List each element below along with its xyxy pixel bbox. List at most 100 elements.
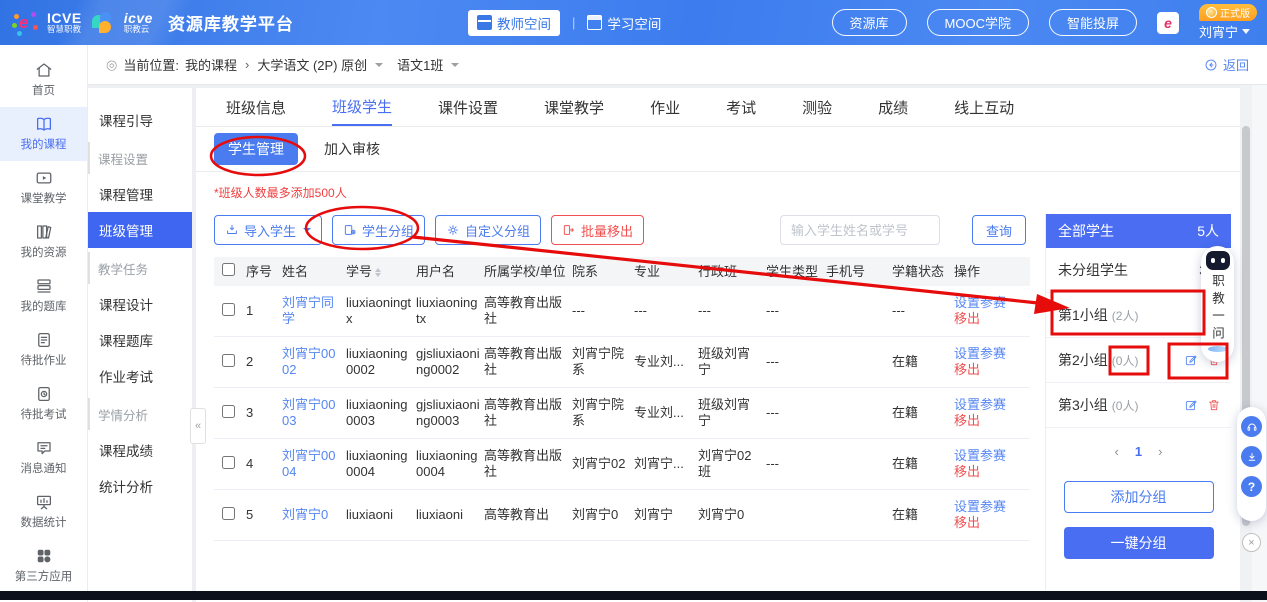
row-checkbox[interactable]	[222, 303, 235, 316]
group-row-3[interactable]: 第3小组 (0人)	[1046, 383, 1231, 428]
cell-phone	[826, 490, 892, 541]
row-checkbox[interactable]	[222, 507, 235, 520]
join-audit-subtab[interactable]: 加入审核	[324, 139, 380, 159]
cell-phone	[826, 337, 892, 388]
student-grouping-button[interactable]: 学生分组	[332, 215, 425, 245]
smart-cast-button[interactable]: 智能投屏	[1049, 9, 1137, 36]
set-contest-link[interactable]: 设置参赛	[954, 295, 1026, 311]
one-click-group-button[interactable]: 一键分组	[1064, 527, 1214, 559]
breadcrumb-course-select[interactable]: 大学语文 (2P) 原创	[257, 55, 367, 74]
help-button[interactable]: ?	[1241, 476, 1262, 497]
next-page-button[interactable]: ›	[1158, 444, 1162, 459]
set-contest-link[interactable]: 设置参赛	[954, 346, 1026, 362]
student-search-input[interactable]	[780, 215, 940, 245]
edit-icon[interactable]	[1184, 353, 1198, 367]
tab-class-info[interactable]: 班级信息	[226, 88, 286, 126]
breadcrumb-class-select[interactable]: 语文1班	[397, 55, 443, 74]
tab-courseware-settings[interactable]: 课件设置	[438, 88, 498, 126]
submenu-item-course-management[interactable]: 课程管理	[88, 176, 192, 212]
student-name-link[interactable]: 刘宵宁0	[282, 507, 328, 522]
rail-item-data-stats[interactable]: 数据统计	[0, 485, 87, 539]
resource-library-button[interactable]: 资源库	[832, 9, 907, 36]
query-button[interactable]: 查询	[972, 215, 1026, 245]
breadcrumb-root[interactable]: 我的课程	[185, 55, 237, 74]
tab-classroom-teaching[interactable]: 课堂教学	[544, 88, 604, 126]
rail-item-question-bank[interactable]: 我的题库	[0, 269, 87, 323]
message-icon	[35, 439, 53, 457]
cell-dept: 刘宵宁院系	[572, 337, 634, 388]
submenu-item-statistics[interactable]: 统计分析	[88, 468, 192, 504]
row-checkbox[interactable]	[222, 354, 235, 367]
tab-quiz[interactable]: 测验	[802, 88, 832, 126]
group-file-icon	[343, 223, 357, 237]
customer-service-button[interactable]	[1241, 416, 1262, 437]
submenu-item-course-guide[interactable]: 课程引导	[88, 102, 192, 138]
col-name: 姓名	[282, 257, 346, 286]
learning-space-button[interactable]: 学习空间	[587, 13, 661, 33]
rail-item-my-courses[interactable]: 我的课程	[0, 107, 87, 161]
user-menu[interactable]: 正式版 刘宵宁	[1199, 4, 1257, 41]
col-student-id[interactable]: 学号	[346, 257, 416, 286]
select-all-checkbox[interactable]	[222, 263, 235, 276]
back-button[interactable]: 返回	[1204, 55, 1249, 74]
assistant-widget[interactable]: 职教一问	[1201, 246, 1234, 362]
remove-link[interactable]: 移出	[954, 362, 1026, 378]
close-floating-button[interactable]: ×	[1242, 533, 1261, 552]
rail-item-pending-exam[interactable]: 待批考试	[0, 377, 87, 431]
cell-major: 刘宵宁	[634, 490, 698, 541]
submenu-item-course-design[interactable]: 课程设计	[88, 286, 192, 322]
rail-item-home[interactable]: 首页	[0, 53, 87, 107]
cell-student-id: liuxiaoning0002	[346, 337, 416, 388]
cell-student-type: ---	[766, 286, 826, 337]
cell-username: liuxiaoning0004	[416, 439, 484, 490]
cell-username: gjsliuxiaoning0002	[416, 337, 484, 388]
tab-grades[interactable]: 成绩	[878, 88, 908, 126]
student-name-link[interactable]: 刘宵宁0002	[282, 346, 335, 377]
rail-item-messages[interactable]: 消息通知	[0, 431, 87, 485]
rail-item-third-party-apps[interactable]: 第三方应用	[0, 539, 87, 593]
remove-link[interactable]: 移出	[954, 515, 1026, 531]
submenu-section-course-settings: 课程设置	[88, 142, 192, 174]
remove-link[interactable]: 移出	[954, 413, 1026, 429]
cell-no: 1	[246, 286, 282, 337]
teacher-space-button[interactable]: 教师空间	[468, 10, 560, 36]
set-contest-link[interactable]: 设置参赛	[954, 397, 1026, 413]
top-right-actions: 资源库 MOOC学院 智能投屏 e 正式版 刘宵宁	[832, 0, 1257, 45]
submenu-item-course-question-bank[interactable]: 课程题库	[88, 322, 192, 358]
tab-online-interaction[interactable]: 线上互动	[954, 88, 1014, 126]
set-contest-link[interactable]: 设置参赛	[954, 448, 1026, 464]
edit-icon[interactable]	[1184, 398, 1198, 412]
rail-item-my-resources[interactable]: 我的资源	[0, 215, 87, 269]
mooc-academy-button[interactable]: MOOC学院	[927, 9, 1029, 36]
import-students-button[interactable]: 导入学生	[214, 215, 322, 245]
batch-remove-button[interactable]: 批量移出	[551, 215, 644, 245]
set-contest-link[interactable]: 设置参赛	[954, 499, 1026, 515]
app-chip-icon[interactable]: e	[1157, 12, 1179, 34]
submenu-item-course-grades[interactable]: 课程成绩	[88, 432, 192, 468]
rail-item-pending-homework[interactable]: 待批作业	[0, 323, 87, 377]
remove-link[interactable]: 移出	[954, 311, 1026, 327]
download-button[interactable]	[1241, 446, 1262, 467]
student-name-link[interactable]: 刘宵宁0003	[282, 397, 335, 428]
space-switcher: 教师空间 | 学习空间	[468, 0, 661, 45]
tab-homework[interactable]: 作业	[650, 88, 680, 126]
rail-item-classroom-teaching[interactable]: 课堂教学	[0, 161, 87, 215]
add-group-button[interactable]: 添加分组	[1064, 481, 1214, 513]
all-students-row[interactable]: 全部学生 5人	[1046, 214, 1231, 248]
remove-link[interactable]: 移出	[954, 464, 1026, 480]
prev-page-button[interactable]: ‹	[1115, 444, 1119, 459]
submenu-item-homework-exam[interactable]: 作业考试	[88, 358, 192, 394]
tab-class-students[interactable]: 班级学生	[332, 88, 392, 126]
student-name-link[interactable]: 刘宵宁同学	[282, 295, 334, 326]
row-checkbox[interactable]	[222, 405, 235, 418]
student-manage-subtab[interactable]: 学生管理	[214, 133, 298, 165]
row-checkbox[interactable]	[222, 456, 235, 469]
custom-grouping-button[interactable]: 自定义分组	[435, 215, 541, 245]
student-name-link[interactable]: 刘宵宁0004	[282, 448, 335, 479]
sidebar-collapse-handle[interactable]: «	[190, 408, 206, 444]
sort-icon[interactable]	[375, 268, 381, 277]
tab-exam[interactable]: 考试	[726, 88, 756, 126]
current-page[interactable]: 1	[1135, 444, 1142, 459]
submenu-item-class-management[interactable]: 班级管理	[88, 212, 192, 248]
delete-icon[interactable]	[1207, 398, 1221, 412]
